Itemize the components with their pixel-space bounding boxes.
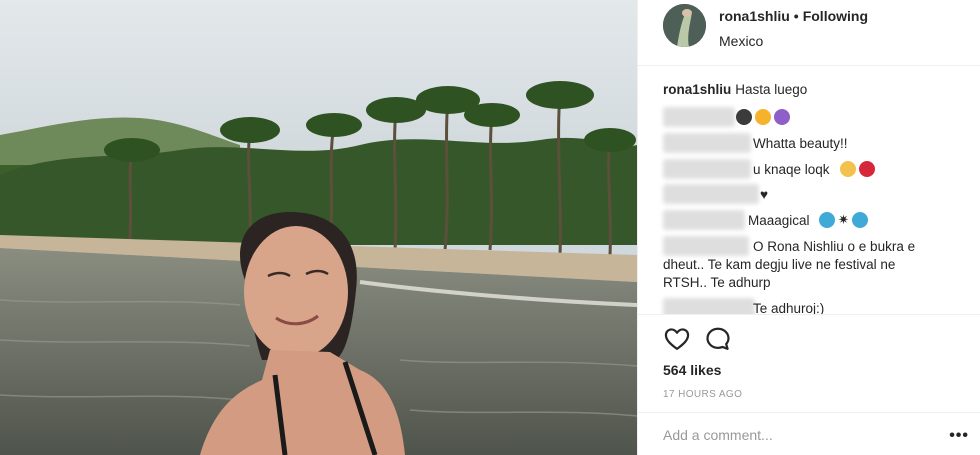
- list-item-emoji: [840, 161, 875, 177]
- likes-count[interactable]: 564 likes: [663, 362, 721, 378]
- blurred-username: [663, 107, 735, 127]
- blurred-username: [663, 210, 745, 230]
- list-item: Maaagical: [748, 213, 810, 228]
- list-item-emoji: ✷: [819, 212, 868, 228]
- add-comment-input[interactable]: [663, 425, 933, 445]
- post-timestamp[interactable]: 17 HOURS AGO: [663, 389, 742, 400]
- post-photo[interactable]: [0, 0, 637, 455]
- caption: rona1shliu Hasta luego: [663, 82, 807, 97]
- list-item-continued: RTSH.. Te adhurp: [663, 275, 771, 290]
- list-item: Te adhuroj:): [753, 301, 825, 315]
- blue-heart-emoji-icon: [851, 212, 868, 228]
- post-side-panel: rona1shliu • Following Mexico rona1shliu Ha…: [637, 0, 980, 455]
- caption-text: Hasta luego: [735, 82, 808, 97]
- speech-bubble-icon[interactable]: [704, 325, 732, 353]
- list-item: ♥: [760, 187, 769, 202]
- following-button[interactable]: Following: [803, 8, 868, 24]
- comments-list[interactable]: rona1shliu Hasta luego Whatta beauty!! u …: [638, 67, 980, 315]
- list-item: O Rona Nishliu o e bukra e: [753, 239, 916, 254]
- heart-eyes-emoji-icon: [755, 109, 771, 125]
- sparkle-emoji-icon: ✷: [838, 212, 849, 227]
- post-header: rona1shliu • Following Mexico: [638, 0, 980, 66]
- post-actions: [638, 320, 980, 360]
- woman-emoji-icon: [736, 109, 752, 125]
- location-link[interactable]: Mexico: [719, 33, 763, 49]
- blurred-username: [663, 184, 759, 204]
- more-options-icon[interactable]: •••: [949, 427, 969, 445]
- separator-dot: •: [793, 8, 799, 24]
- list-item-continued: dheut.. Te kam degju live ne festival ne: [663, 257, 896, 272]
- blurred-username: [663, 236, 749, 256]
- avatar[interactable]: [663, 4, 706, 47]
- face-emoji-icon: [840, 161, 856, 177]
- purple-heart-emoji-icon: [774, 109, 790, 125]
- blue-heart-emoji-icon: [819, 212, 835, 228]
- avatar-image: [663, 4, 706, 47]
- list-item: [736, 109, 790, 125]
- blurred-username: [663, 298, 755, 314]
- add-comment-bar: •••: [638, 412, 980, 455]
- heart-outline-icon[interactable]: [663, 325, 691, 353]
- beach-selfie-image: [0, 0, 637, 455]
- list-item: u knaqe loqk: [753, 162, 830, 177]
- caption-username[interactable]: rona1shliu: [663, 82, 731, 97]
- username-link[interactable]: rona1shliu: [719, 8, 790, 24]
- blurred-username: [663, 159, 751, 179]
- header-line: rona1shliu • Following: [719, 8, 868, 24]
- kiss-emoji-icon: [859, 161, 875, 177]
- list-item: Whatta beauty!!: [753, 136, 848, 151]
- blurred-username: [663, 133, 751, 153]
